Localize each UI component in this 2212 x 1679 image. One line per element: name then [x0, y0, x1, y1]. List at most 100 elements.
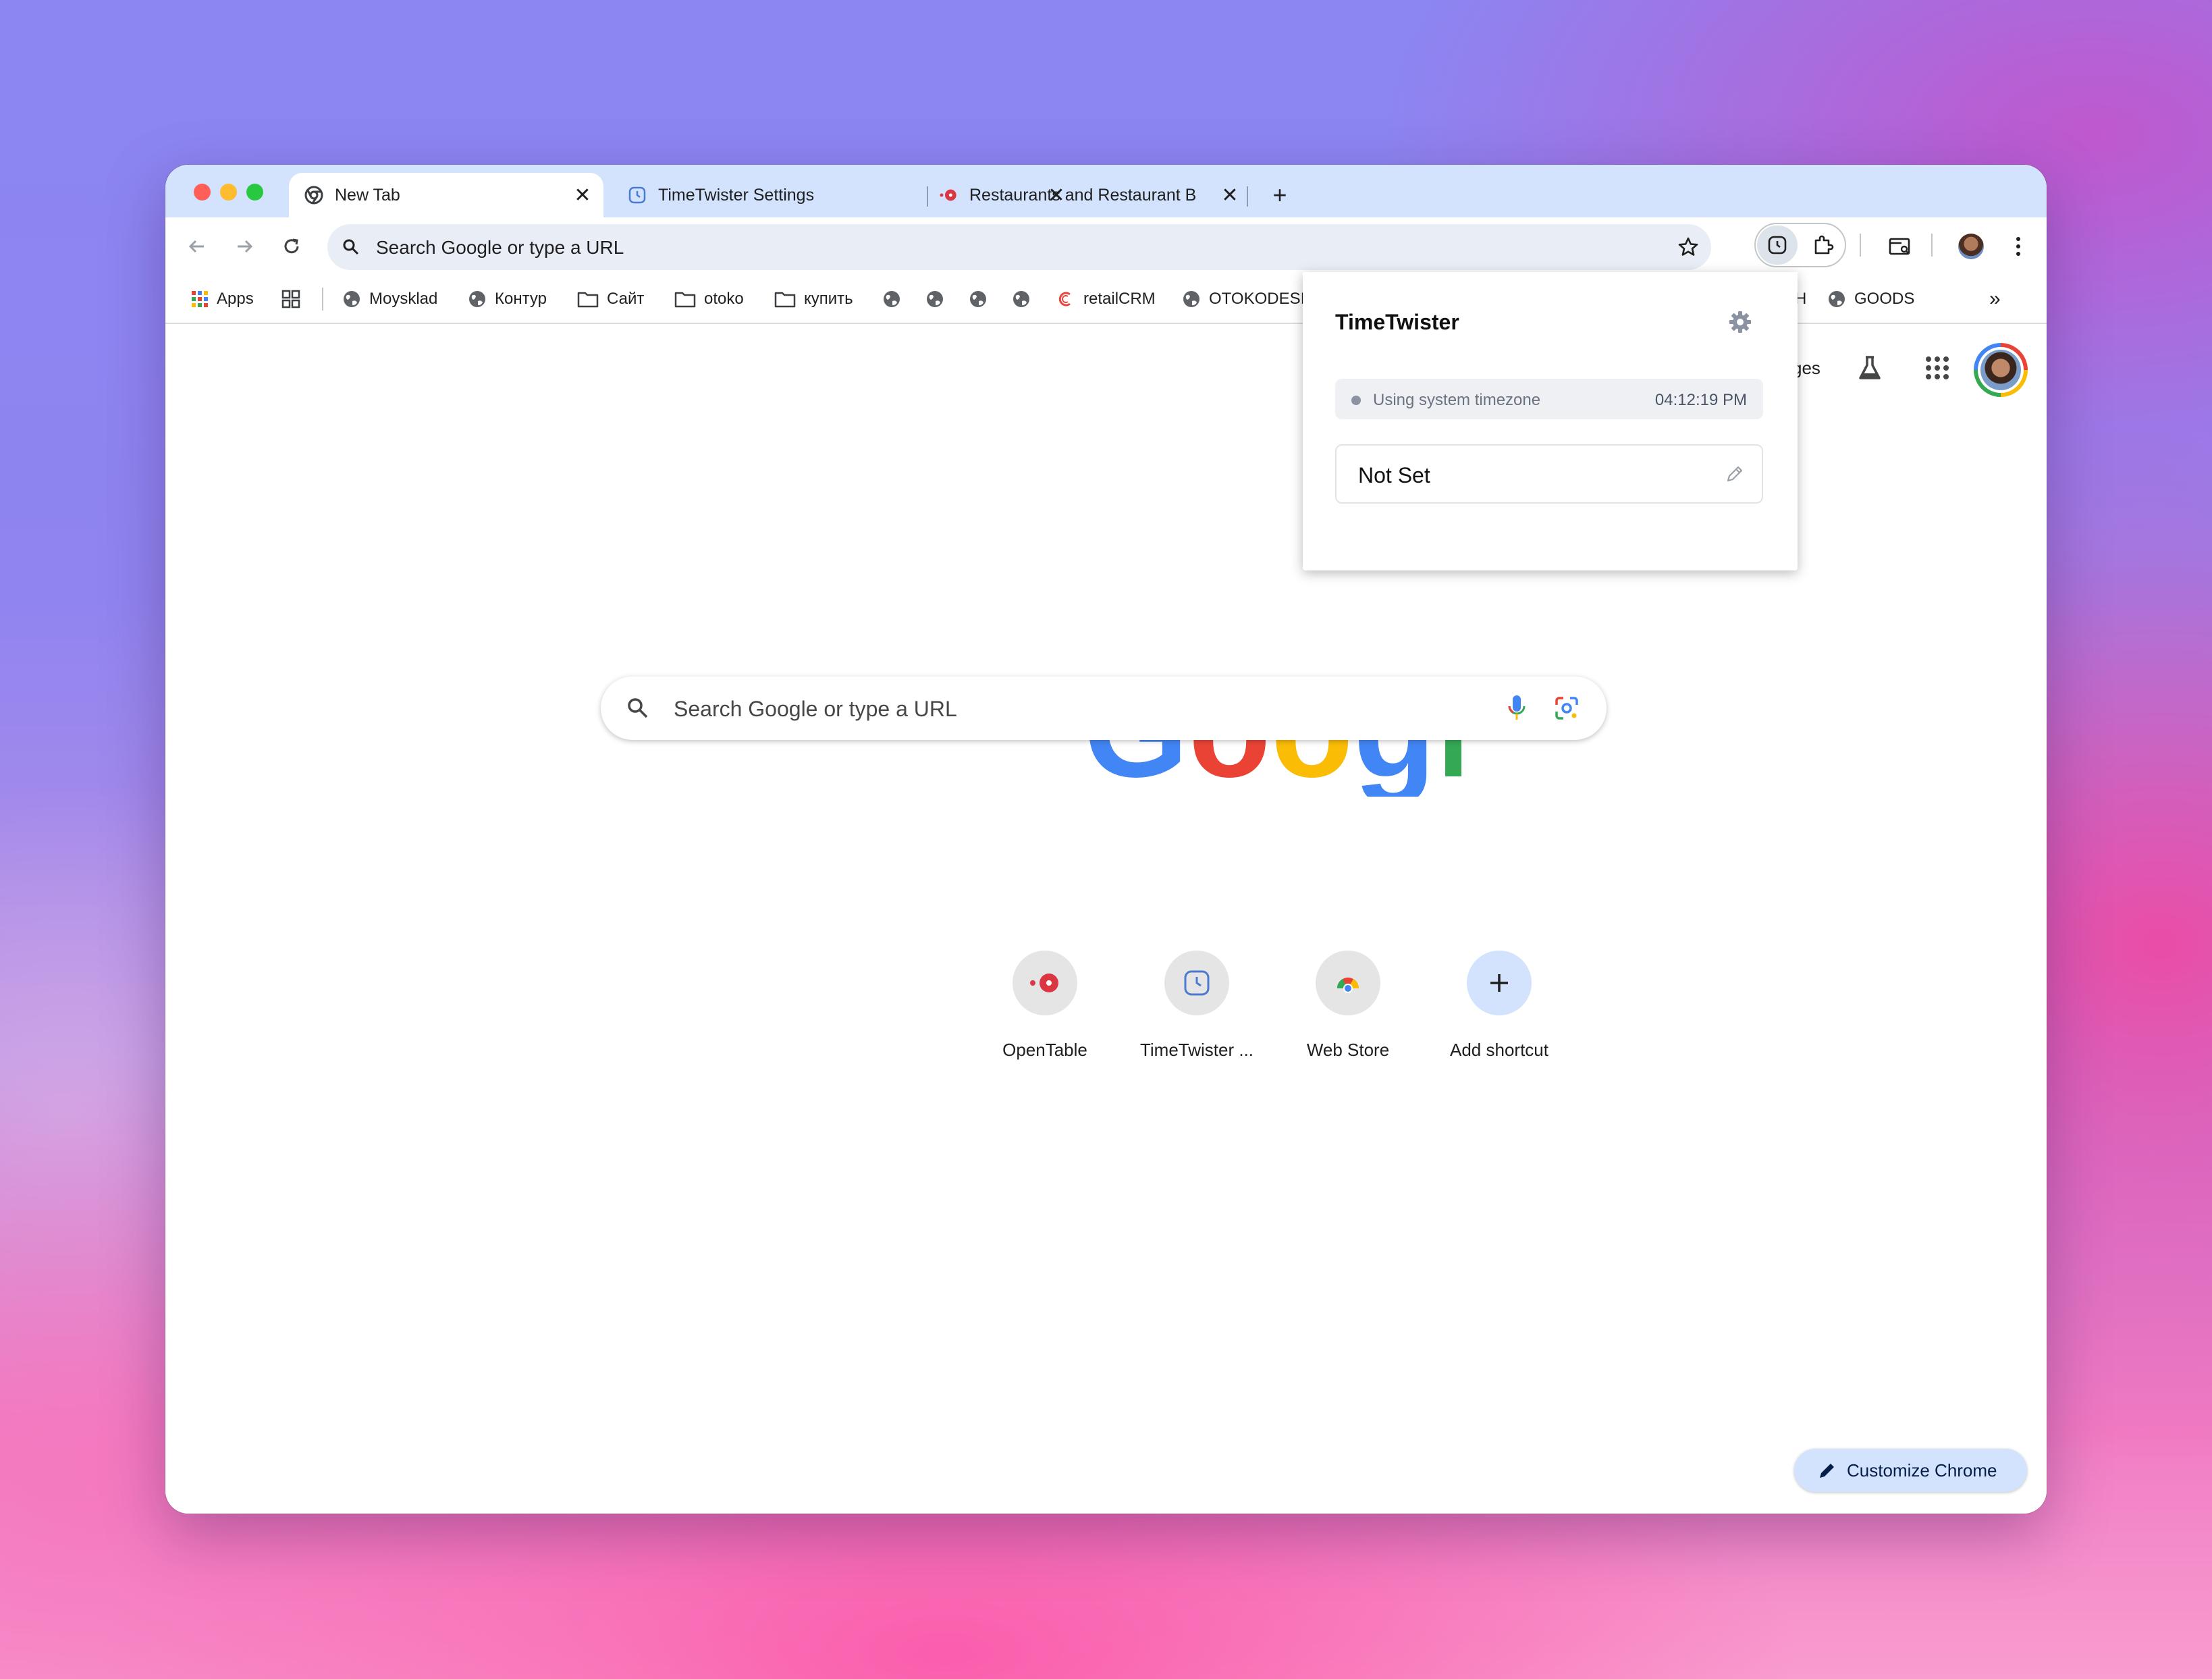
timezone-field[interactable]: Not Set [1335, 444, 1763, 504]
tab-separator [1247, 186, 1248, 207]
retailcrm-icon [1058, 292, 1071, 307]
folder-icon [774, 292, 796, 308]
customize-chrome-button[interactable]: Customize Chrome [1794, 1449, 2027, 1492]
omnibox-text: Search Google or type a URL [376, 237, 624, 258]
apps-grid-icon [192, 291, 208, 307]
shortcut-label: Add shortcut [1450, 1040, 1548, 1060]
bookmark-folder-kupit[interactable]: купить [774, 288, 853, 311]
bookmark-label: otoko [704, 290, 744, 308]
tab-strip: New Tab ✕ TimeTwister Settings ✕ Restaur… [165, 165, 2047, 217]
toolbar-separator [1860, 234, 1861, 257]
bookmark-kontur[interactable]: Контур [468, 288, 547, 311]
shortcut-label: OpenTable [1002, 1040, 1087, 1060]
shortcut-opentable[interactable]: OpenTable [977, 951, 1112, 1061]
bookmark-separator [322, 288, 323, 311]
globe-icon [884, 291, 900, 307]
globe-icon [1829, 291, 1845, 307]
reload-button[interactable] [275, 230, 308, 263]
close-tab-icon[interactable]: ✕ [572, 184, 593, 207]
minimize-window-button[interactable] [220, 184, 237, 201]
maximize-window-button[interactable] [246, 184, 263, 201]
ntp-search-box[interactable]: Search Google or type a URL [601, 676, 1607, 740]
tab-search-button[interactable] [1883, 230, 1917, 263]
timetwister-icon [627, 185, 647, 205]
opentable-icon [938, 185, 959, 205]
status-dot-icon [1351, 396, 1361, 405]
bookmark-label: Сайт [607, 290, 645, 308]
folder-icon [674, 292, 696, 308]
settings-gear-icon[interactable] [1728, 310, 1752, 334]
timetwister-popup: TimeTwister Using system timezone 04:12:… [1303, 272, 1798, 570]
close-tab-icon[interactable]: ✕ [1220, 184, 1240, 207]
bookmark-label: Контур [495, 290, 547, 308]
bookmark-label: Apps [217, 290, 254, 308]
bookmark-folder-sait[interactable]: Сайт [577, 288, 644, 311]
globe-icon [469, 291, 485, 307]
bookmark-globe-2[interactable] [925, 288, 952, 311]
bookmark-star-icon[interactable] [1677, 236, 1699, 258]
avatar [1958, 234, 1984, 259]
shortcut-timetwister[interactable]: TimeTwister ... [1129, 951, 1264, 1061]
edit-pencil-icon[interactable] [1724, 463, 1746, 485]
current-time: 04:12:19 PM [1654, 391, 1747, 409]
bookmark-moysklad[interactable]: Moysklad [342, 288, 437, 311]
bookmark-tab-groups[interactable] [281, 288, 308, 311]
back-button[interactable] [180, 230, 214, 263]
labs-flask-icon[interactable] [1856, 354, 1884, 382]
globe-icon [970, 291, 986, 307]
bookmark-folder-otoko[interactable]: otoko [674, 288, 744, 311]
globe-icon [1183, 291, 1199, 307]
chrome-icon [304, 185, 324, 205]
bookmark-apps[interactable]: Apps [191, 288, 254, 311]
bookmark-label: Moysklad [369, 290, 438, 308]
globe-icon [927, 291, 943, 307]
tab-restaurants[interactable]: Restaurants and Restaurant B ✕ [938, 173, 1272, 217]
plus-icon: + [1272, 181, 1287, 209]
menu-button[interactable] [2001, 230, 2035, 263]
search-icon [628, 698, 648, 718]
tab-search-icon [1889, 238, 1910, 255]
tab-label: TimeTwister Settings [658, 185, 815, 205]
timezone-status: Using system timezone 04:12:19 PM [1335, 379, 1763, 419]
lens-search-icon[interactable] [1554, 695, 1580, 721]
google-apps-icon[interactable] [1924, 355, 1950, 381]
profile-button[interactable] [1954, 230, 1988, 263]
shortcut-label: TimeTwister ... [1139, 1040, 1254, 1060]
bookmark-label: купить [804, 290, 853, 308]
bookmark-goods[interactable]: GOODS [1827, 288, 1914, 311]
reload-icon [284, 238, 299, 254]
bookmark-globe-1[interactable] [882, 288, 909, 311]
search-icon [343, 239, 359, 255]
forward-arrow-icon [238, 240, 253, 253]
avatar [1980, 350, 2021, 390]
status-text: Using system timezone [1373, 391, 1541, 409]
forward-button[interactable] [227, 230, 261, 263]
close-window-button[interactable] [194, 184, 211, 201]
add-shortcut-button[interactable]: Add shortcut [1432, 951, 1567, 1061]
search-placeholder: Search Google or type a URL [674, 697, 957, 721]
bookmark-globe-3[interactable] [969, 288, 996, 311]
tab-label: New Tab [335, 185, 400, 205]
popup-title: TimeTwister [1335, 310, 1459, 334]
tab-label: Restaurants and Restaurant B [969, 185, 1197, 205]
extensions-button[interactable] [1803, 225, 1843, 265]
bookmark-label: GOODS [1854, 290, 1915, 308]
tab-separator [927, 186, 928, 207]
account-avatar-button[interactable] [1974, 343, 2028, 397]
voice-search-icon[interactable] [1507, 694, 1527, 722]
omnibox[interactable]: Search Google or type a URL [327, 224, 1711, 270]
bookmarks-overflow-button[interactable]: » [1989, 288, 2001, 311]
pencil-icon [1820, 1464, 1834, 1478]
bookmark-retailcrm[interactable]: retailCRM [1056, 288, 1156, 311]
timetwister-icon [1164, 951, 1229, 1015]
kebab-menu-icon [2016, 237, 2020, 256]
shortcut-webstore[interactable]: Web Store [1280, 951, 1415, 1061]
bookmark-label: retailCRM [1083, 290, 1156, 308]
new-tab-button[interactable]: + [1263, 173, 1297, 217]
chevron-double-right-icon: » [1989, 288, 2001, 310]
tab-new-tab[interactable]: New Tab ✕ [289, 173, 603, 217]
bookmark-otokodesi[interactable]: OTOKODESI [1182, 288, 1305, 311]
timetwister-icon [1768, 236, 1787, 255]
timetwister-extension-button[interactable] [1757, 225, 1798, 265]
bookmark-globe-4[interactable] [1012, 288, 1039, 311]
